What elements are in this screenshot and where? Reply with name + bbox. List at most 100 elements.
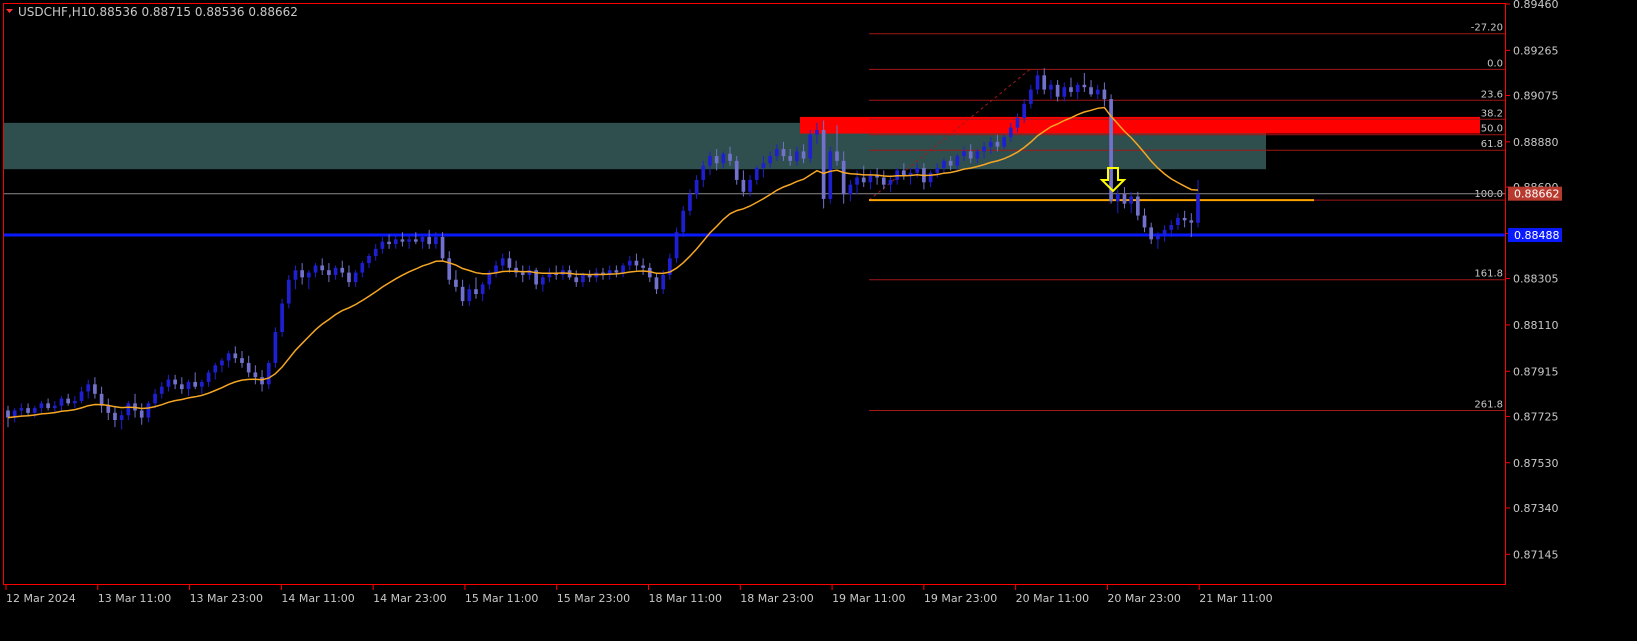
candle-body xyxy=(1156,234,1160,240)
candle-body xyxy=(1069,87,1073,92)
candle-body xyxy=(159,386,164,394)
x-tick-label: 19 Mar 11:00 xyxy=(832,592,905,605)
candle-body xyxy=(1162,229,1167,235)
candle-body xyxy=(460,286,465,302)
candle-body xyxy=(754,168,759,180)
candle-body xyxy=(808,134,813,159)
candle-body xyxy=(39,403,44,409)
candle-body xyxy=(427,236,432,245)
candle-body xyxy=(768,156,772,164)
candle-body xyxy=(828,151,833,199)
candle-body xyxy=(881,177,886,185)
candle-body xyxy=(93,384,97,394)
candle-body xyxy=(1142,215,1147,228)
candle-body xyxy=(246,362,251,373)
x-tick-label: 18 Mar 23:00 xyxy=(740,592,813,605)
candle-body xyxy=(708,156,712,166)
candle-body xyxy=(1049,84,1053,90)
candle-body xyxy=(942,160,946,169)
candle-body xyxy=(1115,194,1120,202)
candle-body xyxy=(293,270,298,280)
candle-body xyxy=(179,384,184,390)
current-price-label: 0.88662 xyxy=(1514,188,1560,201)
candle-body xyxy=(734,160,739,180)
y-tick-label: 0.88880 xyxy=(1513,136,1559,149)
candle-body xyxy=(1075,84,1080,92)
candle-body xyxy=(841,160,846,195)
candle-body xyxy=(674,232,679,259)
candle-body xyxy=(440,236,445,259)
candle-body xyxy=(327,270,331,275)
candle-body xyxy=(434,236,438,245)
candle-body xyxy=(193,381,198,387)
candle-body xyxy=(240,358,244,363)
candle-body xyxy=(400,239,405,242)
candle-body xyxy=(975,151,980,159)
candle-body xyxy=(728,153,732,161)
candle-body xyxy=(1182,217,1187,221)
candle-body xyxy=(1082,84,1087,88)
candle-body xyxy=(233,353,238,359)
candle-body xyxy=(213,365,218,373)
candle-body xyxy=(1135,196,1140,216)
candle-body xyxy=(200,381,204,387)
candle-body xyxy=(300,270,304,278)
candle-body xyxy=(413,239,418,242)
candle-body xyxy=(393,239,398,245)
chart-window: -27.20 0.0 23.6 38.2 50.0 61.8 100.0 161.8 261.8… xyxy=(0,0,1637,637)
candle-body xyxy=(1035,75,1040,90)
candle-body xyxy=(46,403,50,409)
candle-body xyxy=(714,156,719,164)
candle-body xyxy=(146,403,151,418)
candle-body xyxy=(173,379,177,385)
candle-body xyxy=(988,141,993,147)
candle-body xyxy=(701,165,706,180)
blue-line-price-label: 0.88488 xyxy=(1514,229,1560,242)
candle-body xyxy=(774,149,779,157)
candle-body xyxy=(86,384,91,392)
candle-body xyxy=(226,353,231,361)
candle-body xyxy=(1196,194,1200,223)
candle-body xyxy=(962,151,966,157)
x-tick-label: 13 Mar 23:00 xyxy=(190,592,263,605)
candle-body xyxy=(614,270,619,273)
candle-body xyxy=(59,398,64,406)
candle-body xyxy=(627,260,632,266)
y-tick-label: 0.88110 xyxy=(1513,319,1559,332)
candle-body xyxy=(761,163,766,169)
candle-body xyxy=(868,175,873,183)
candle-body xyxy=(186,381,191,390)
fib-level-label: 261.8 xyxy=(1474,399,1503,410)
candle-body xyxy=(995,141,1000,147)
candle-body xyxy=(32,408,37,413)
x-tick-label: 15 Mar 23:00 xyxy=(557,592,630,605)
candle-body xyxy=(748,179,752,192)
candle-body xyxy=(113,412,117,420)
candle-body xyxy=(273,332,278,363)
candle-body xyxy=(153,393,157,404)
candle-body xyxy=(855,177,859,185)
candle-body xyxy=(654,277,659,290)
candle-body xyxy=(119,415,124,420)
candle-body xyxy=(380,241,385,249)
candle-body xyxy=(447,258,452,280)
fib-level-label: -27.20 xyxy=(1471,23,1503,34)
fib-level-label: 38.2 xyxy=(1481,108,1503,119)
candle-body xyxy=(634,260,639,266)
candle-body xyxy=(1042,75,1047,90)
candle-body xyxy=(861,177,866,183)
x-tick-label: 20 Mar 11:00 xyxy=(1016,592,1089,605)
fib-level-label: 50.0 xyxy=(1481,124,1503,135)
candle-body xyxy=(621,265,625,273)
candle-body xyxy=(507,258,512,268)
candle-body xyxy=(26,408,30,413)
candle-body xyxy=(1029,89,1033,104)
ohlc-values: 0.88536 0.88715 0.88536 0.88662 xyxy=(88,5,298,19)
candle-body xyxy=(915,168,920,173)
candle-body xyxy=(1089,87,1093,95)
candle-body xyxy=(474,289,478,294)
candle-body xyxy=(928,172,933,183)
candle-body xyxy=(1176,217,1180,226)
candle-body xyxy=(1015,118,1020,128)
fib-level-label: 0.0 xyxy=(1487,58,1503,69)
